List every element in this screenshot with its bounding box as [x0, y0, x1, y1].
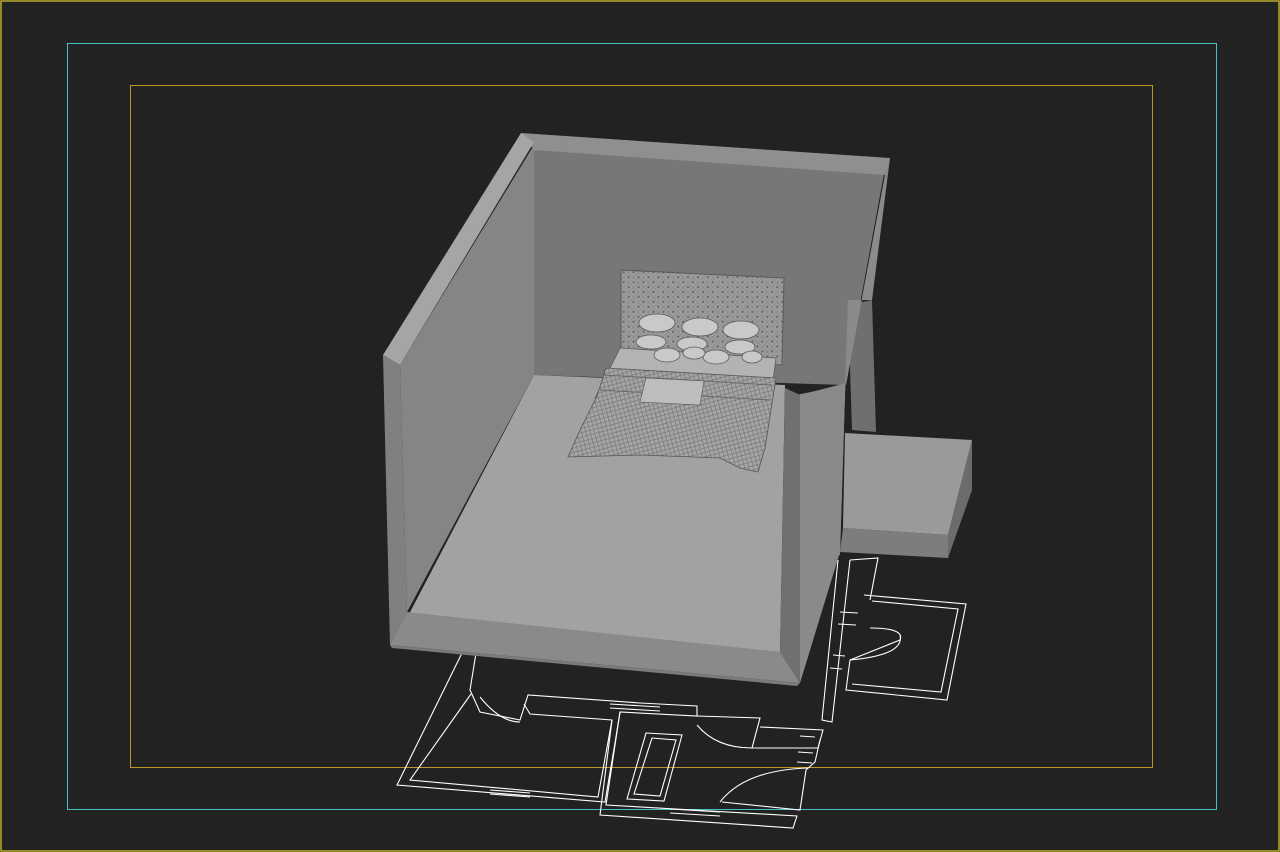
pillows — [635, 313, 763, 365]
pillow — [741, 350, 763, 364]
bed-runner — [639, 377, 705, 406]
pillow — [638, 313, 676, 333]
side-ledge[interactable] — [840, 300, 972, 558]
plan-door-arc-bottom — [719, 767, 809, 803]
plan-door-arc-right — [849, 634, 901, 661]
pillow — [681, 317, 719, 337]
plan-left-room-inner — [408, 693, 613, 798]
pillow — [722, 320, 760, 340]
pillow — [702, 349, 730, 365]
pillow — [653, 347, 681, 363]
plan-right-room — [845, 594, 967, 701]
viewport-3d[interactable] — [0, 0, 1280, 852]
pillow — [682, 346, 706, 360]
plan-stair-ticks — [829, 557, 879, 670]
plan-door-arc-center — [696, 724, 753, 749]
plan-corridor-wall — [696, 715, 824, 749]
plan-right-room-inner — [851, 600, 959, 693]
plan-bottom-wall — [721, 739, 821, 811]
pillow — [635, 334, 667, 350]
plan-left-room-outer — [396, 652, 698, 803]
viewport-canvas[interactable] — [0, 0, 1280, 852]
